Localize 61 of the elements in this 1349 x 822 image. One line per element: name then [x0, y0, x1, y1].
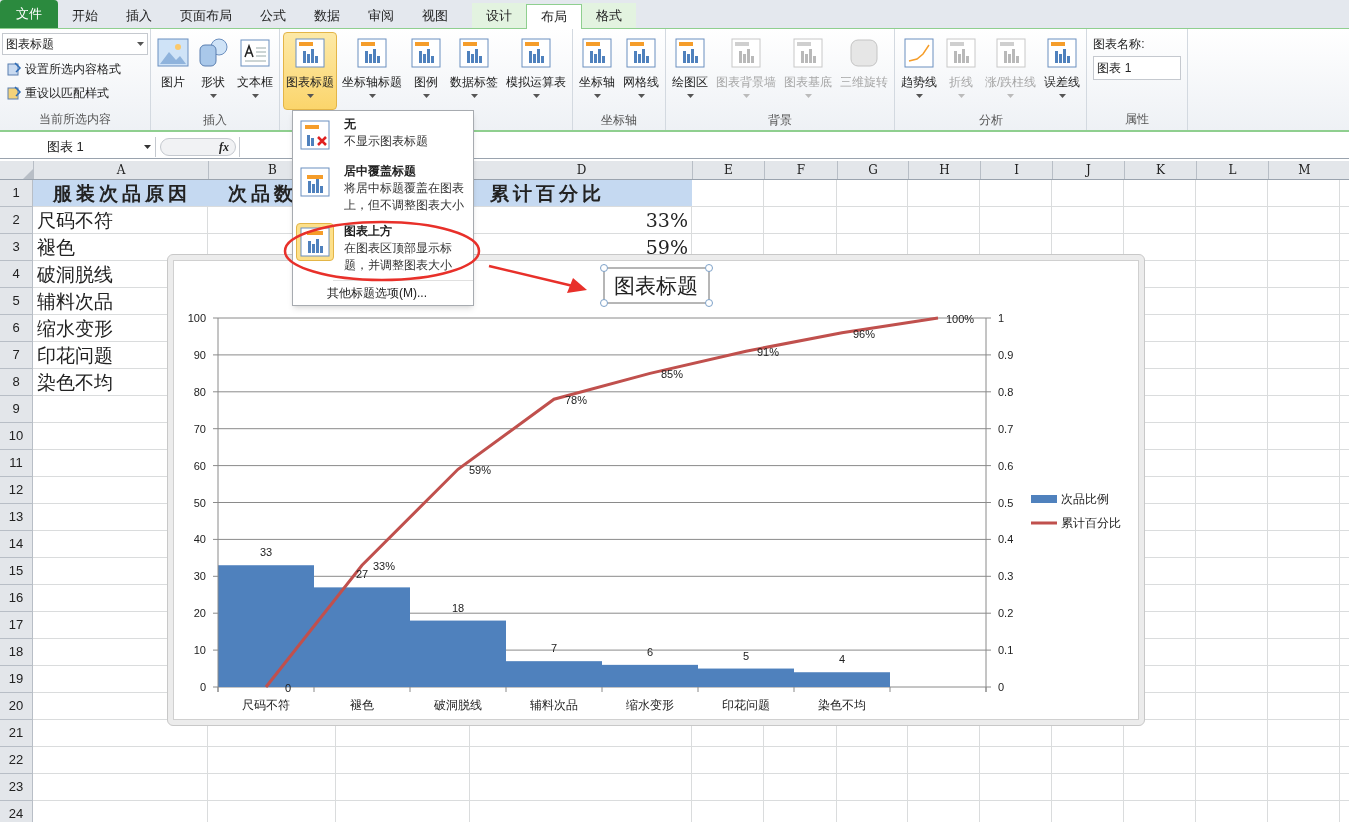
- axis-tick-label: 60: [193, 459, 206, 472]
- table-cell: 服装次品原因: [33, 180, 208, 206]
- table-cell-text: 染色不均: [37, 369, 113, 395]
- group-label: 属性: [1125, 111, 1150, 128]
- axis-tick-label: 100: [187, 312, 206, 324]
- data-label: 33: [259, 546, 273, 559]
- axis-tick-label: 40: [193, 533, 206, 546]
- legend-label: 次品比例: [1061, 492, 1109, 506]
- axis-tick-label: 0.6: [998, 459, 1014, 472]
- axis-tick-label: 0.3: [998, 570, 1014, 583]
- table-cell-text: 辅料次品: [37, 288, 113, 314]
- data-label: 27: [355, 568, 369, 581]
- axis-tick-label: 1: [998, 312, 1005, 324]
- table-cell-text: 33%: [645, 207, 688, 233]
- axis-tick-label: 10: [193, 644, 206, 657]
- category-label: 破洞脱线: [434, 698, 482, 712]
- data-label: 18: [451, 601, 465, 614]
- group-label: 坐标轴: [601, 112, 637, 129]
- axis-tick-label: 0.9: [998, 348, 1014, 361]
- axis-tick-label: 0.1: [998, 644, 1014, 657]
- data-label: 7: [550, 642, 558, 655]
- table-cell-text: 褪色: [37, 234, 75, 260]
- field-label: 图表名称:: [1093, 36, 1146, 53]
- data-label: 6: [646, 645, 654, 658]
- group-label: 背景: [768, 112, 792, 129]
- group-label: 当前所选内容: [39, 111, 111, 128]
- data-label: 96%: [853, 327, 875, 340]
- legend-label: 累计百分比: [1061, 516, 1121, 530]
- data-label: 5: [742, 649, 750, 662]
- axis-tick-label: 0: [199, 681, 206, 693]
- category-label: 染色不均: [818, 698, 866, 712]
- axis-tick-label: 20: [193, 607, 206, 620]
- axis-tick-label: 0.2: [998, 607, 1014, 620]
- category-label: 辅料次品: [530, 698, 578, 712]
- table-cell-text: 印花问题: [37, 342, 113, 368]
- data-label: 78%: [565, 394, 587, 407]
- data-label: 4: [838, 653, 846, 666]
- table-cell-text: 尺码不符: [37, 207, 113, 233]
- data-label: 33%: [373, 560, 395, 573]
- axis-tick-label: 0: [998, 681, 1005, 693]
- axis-tick-label: 80: [193, 385, 206, 398]
- axis-tick-label: 70: [193, 422, 206, 435]
- axis-tick-label: 50: [193, 496, 206, 509]
- table-cell-text: 破洞脱线: [37, 261, 113, 287]
- group-label: 插入: [203, 112, 227, 129]
- group-label: 分析: [978, 112, 1003, 129]
- axis-tick-label: 0.7: [998, 422, 1014, 435]
- axis-tick-label: 90: [193, 348, 206, 361]
- data-label: 85%: [661, 368, 683, 381]
- table-cell-text: 缩水变形: [37, 315, 113, 341]
- category-label: 尺码不符: [242, 698, 290, 712]
- axis-tick-label: 0.5: [998, 496, 1014, 509]
- data-label: 100%: [945, 313, 975, 325]
- data-label: 91%: [757, 346, 779, 359]
- axis-tick-label: 30: [193, 570, 206, 583]
- axis-tick-label: 0.8: [998, 385, 1014, 398]
- category-label: 褪色: [350, 698, 374, 712]
- category-label: 缩水变形: [626, 698, 674, 712]
- data-label: 59%: [469, 464, 491, 477]
- axis-tick-label: 0.4: [998, 533, 1014, 546]
- category-label: 印花问题: [722, 698, 770, 712]
